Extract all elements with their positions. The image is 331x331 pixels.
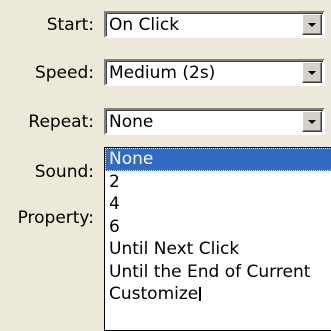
speed-value: Medium (2s): [109, 63, 216, 83]
repeat-value: None: [109, 112, 154, 132]
repeat-option-none[interactable]: None: [105, 148, 331, 171]
speed-dropdown[interactable]: Medium (2s): [104, 59, 325, 86]
property-label: Property:: [17, 208, 94, 228]
text-caret: [199, 287, 202, 301]
start-label: Start:: [46, 15, 94, 35]
start-dropdown[interactable]: On Click: [104, 11, 325, 38]
repeat-option-6[interactable]: 6: [105, 216, 331, 239]
repeat-label: Repeat:: [28, 112, 94, 132]
speed-label: Speed:: [34, 63, 94, 83]
repeat-option-customize[interactable]: Customize: [105, 283, 331, 306]
repeat-dropdown-button[interactable]: [302, 111, 322, 132]
customize-label: Customize: [109, 284, 199, 304]
speed-dropdown-button[interactable]: [302, 62, 322, 83]
start-value: On Click: [109, 15, 180, 35]
chevron-down-icon: [308, 70, 316, 75]
repeat-options-list[interactable]: None 2 4 6 Until Next Click Until the En…: [104, 147, 331, 331]
repeat-dropdown[interactable]: None: [104, 108, 325, 135]
chevron-down-icon: [308, 119, 316, 124]
repeat-option-until-next-click[interactable]: Until Next Click: [105, 238, 331, 261]
repeat-option-4[interactable]: 4: [105, 193, 331, 216]
repeat-option-2[interactable]: 2: [105, 171, 331, 194]
repeat-option-until-end-of-current[interactable]: Until the End of Current: [105, 261, 331, 284]
chevron-down-icon: [308, 22, 316, 27]
start-dropdown-button[interactable]: [302, 14, 322, 35]
sound-label: Sound:: [34, 162, 94, 182]
